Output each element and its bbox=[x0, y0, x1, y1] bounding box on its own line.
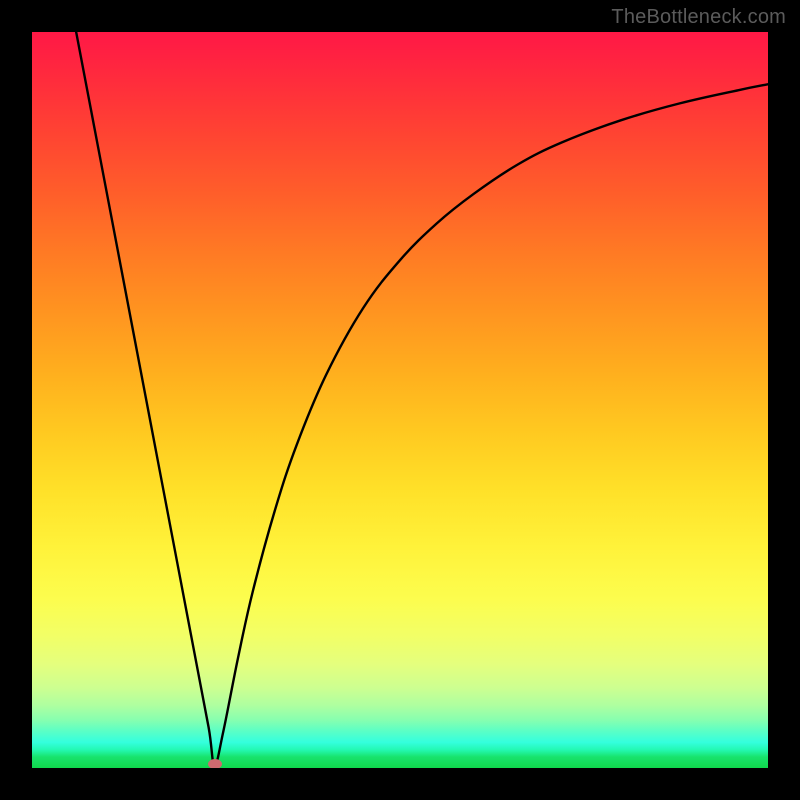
chart-frame: TheBottleneck.com bbox=[0, 0, 800, 800]
plot-area bbox=[32, 32, 768, 768]
watermark-label: TheBottleneck.com bbox=[611, 6, 786, 29]
bottleneck-curve bbox=[32, 32, 768, 768]
best-match-marker bbox=[208, 759, 222, 768]
